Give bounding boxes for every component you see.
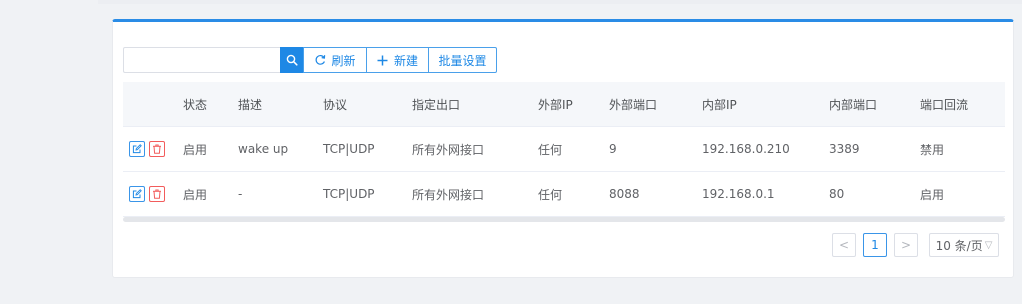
top-strip (98, 0, 1022, 4)
page-size-value: 10 条/页 (935, 238, 983, 253)
batch-settings-button[interactable]: 批量设置 (428, 47, 497, 73)
next-page-button[interactable]: > (894, 233, 918, 257)
cell-protocol: TCP|UDP (323, 187, 375, 201)
trash-icon (153, 189, 161, 199)
port-table: 状态 描述 协议 指定出口 外部IP 外部端口 内部IP 内部端口 端口回流 启… (123, 82, 1005, 222)
edit-icon (132, 144, 142, 154)
table-row: 启用 - TCP|UDP 所有外网接口 任何 8088 192.168.0.1 … (123, 172, 1005, 217)
refresh-label: 刷新 (331, 53, 356, 68)
cell-state: 启用 (183, 142, 208, 157)
col-header-desc: 描述 (238, 97, 263, 112)
col-header-ext-ip: 外部IP (538, 97, 573, 112)
col-header-state: 状态 (183, 97, 208, 112)
cell-desc: wake up (238, 142, 289, 156)
cell-exit: 所有外网接口 (412, 187, 485, 202)
cell-protocol: TCP|UDP (323, 142, 375, 156)
cell-loopback: 启用 (920, 187, 945, 202)
pagination: < 1 > 10 条/页 ▽ (825, 233, 999, 257)
page-size-select[interactable]: 10 条/页 ▽ (929, 233, 999, 257)
table-row: 启用 wake up TCP|UDP 所有外网接口 任何 9 192.168.0… (123, 127, 1005, 172)
cell-state: 启用 (183, 187, 208, 202)
row-actions (129, 172, 165, 216)
delete-button[interactable] (149, 141, 165, 157)
new-button[interactable]: 新建 (366, 47, 429, 73)
col-header-ext-port: 外部端口 (609, 97, 658, 112)
search-button[interactable] (280, 47, 304, 73)
cell-int-port: 3389 (829, 142, 860, 156)
edit-icon (132, 189, 142, 199)
edit-button[interactable] (129, 186, 145, 202)
cell-ext-ip: 任何 (538, 142, 563, 157)
chevron-down-icon: ▽ (984, 239, 993, 251)
cell-ext-port: 8088 (609, 187, 640, 201)
batch-settings-label: 批量设置 (438, 53, 487, 68)
horizontal-scrollbar[interactable] (123, 217, 1005, 222)
new-label: 新建 (393, 53, 418, 68)
cell-int-port: 80 (829, 187, 845, 201)
search-input[interactable] (123, 47, 280, 73)
edit-button[interactable] (129, 141, 145, 157)
cell-ext-ip: 任何 (538, 187, 563, 202)
port-forward-panel: 刷新 新建 批量设置 状态 描述 协议 指定出口 外部IP 外部端口 内部IP … (112, 19, 1014, 278)
col-header-protocol: 协议 (323, 97, 348, 112)
cell-exit: 所有外网接口 (412, 142, 485, 157)
col-header-exit: 指定出口 (412, 97, 461, 112)
search-icon (286, 54, 298, 66)
cell-ext-port: 9 (609, 142, 617, 156)
cell-int-ip: 192.168.0.1 (702, 187, 775, 201)
cell-desc: - (238, 187, 243, 201)
prev-page-button[interactable]: < (832, 233, 856, 257)
plus-icon (377, 55, 388, 65)
table-header: 状态 描述 协议 指定出口 外部IP 外部端口 内部IP 内部端口 端口回流 (123, 82, 1005, 127)
row-actions (129, 127, 165, 171)
col-header-int-port: 内部端口 (829, 97, 878, 112)
trash-icon (153, 144, 161, 154)
col-header-int-ip: 内部IP (702, 97, 737, 112)
toolbar: 刷新 新建 批量设置 (123, 47, 497, 73)
cell-int-ip: 192.168.0.210 (702, 142, 790, 156)
col-header-loopback: 端口回流 (920, 97, 969, 112)
cell-loopback: 禁用 (920, 142, 945, 157)
refresh-icon (316, 55, 326, 65)
delete-button[interactable] (149, 186, 165, 202)
refresh-button[interactable]: 刷新 (303, 47, 367, 73)
page-number-button[interactable]: 1 (863, 233, 887, 257)
